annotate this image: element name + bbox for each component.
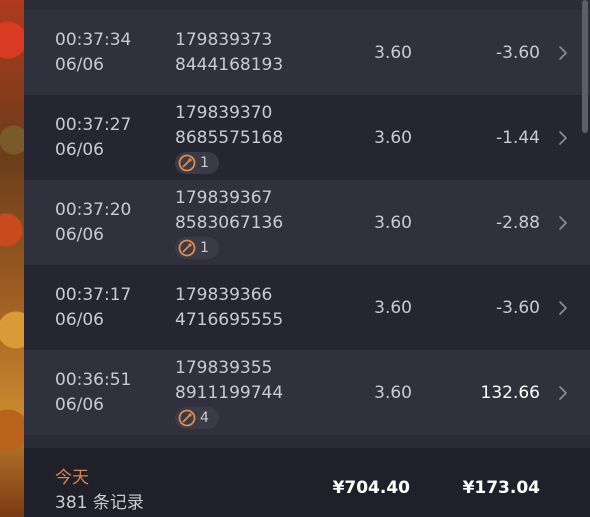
row-date: 06/06 (55, 309, 104, 330)
row-win-amount: -1.44 (496, 127, 540, 148)
record-count: 381 条记录 (55, 493, 144, 513)
history-row[interactable]: 00:37:27 06/06 179839370 8685575168 1 3.60 -1.… (24, 95, 590, 180)
row-win-amount: 132.66 (480, 382, 540, 403)
row-date: 06/06 (55, 224, 104, 245)
row-bet-amount: 3.60 (374, 297, 412, 318)
chevron-right-icon[interactable] (558, 350, 568, 435)
history-row[interactable]: 00:36:51 06/06 179839355 8911199744 4 3.60 132… (24, 350, 590, 435)
bonus-count: 1 (200, 154, 209, 171)
row-win-amount: -3.60 (496, 297, 540, 318)
row-win-amount: -2.88 (496, 212, 540, 233)
row-id-line1: 179839370 (175, 103, 273, 123)
scrollbar-thumb[interactable] (582, 0, 588, 133)
bonus-badge: 4 (175, 407, 219, 429)
row-id-line1: 179839355 (175, 358, 273, 378)
row-bet-amount: 3.60 (374, 212, 412, 233)
row-timestamp: 00:36:51 06/06 (55, 350, 131, 435)
row-time: 00:37:20 (55, 199, 132, 220)
row-time: 00:37:27 (55, 114, 132, 135)
row-bet-amount: 3.60 (374, 382, 412, 403)
bonus-badge: 1 (175, 237, 219, 259)
day-label: 今天 (55, 468, 89, 488)
chevron-right-icon[interactable] (558, 265, 568, 350)
row-date: 06/06 (55, 139, 104, 160)
chevron-right-icon[interactable] (558, 180, 568, 265)
bonus-icon (178, 409, 196, 427)
summary-footer: 今天 381 条记录 ¥704.40 ¥173.04 (24, 448, 590, 517)
row-id-line1: 179839366 (175, 284, 273, 305)
bonus-badge: 1 (175, 152, 219, 174)
row-transaction-id: 179839355 8911199744 4 (175, 350, 283, 435)
bet-history-panel: 00:37:34 06/06 179839373 8444168193 3.60 -3.6… (24, 0, 590, 517)
row-transaction-id: 179839366 4716695555 (175, 265, 283, 350)
row-transaction-id: 179839370 8685575168 1 (175, 95, 283, 180)
row-timestamp: 00:37:20 06/06 (55, 180, 131, 265)
row-bet-amount: 3.60 (374, 42, 412, 63)
row-id-line2: 8685575168 (175, 128, 284, 148)
history-row[interactable]: 00:37:20 06/06 179839367 8583067136 1 3.60 -2.… (24, 180, 590, 265)
row-id-line2: 8583067136 (175, 213, 284, 233)
background-image-strip (0, 0, 24, 517)
row-timestamp: 00:37:27 06/06 (55, 95, 131, 180)
row-win-amount: -3.60 (496, 42, 540, 63)
row-date: 06/06 (55, 54, 104, 75)
bonus-count: 4 (200, 409, 209, 426)
row-timestamp: 00:37:34 06/06 (55, 10, 131, 95)
bonus-icon (178, 239, 196, 257)
history-row[interactable]: 00:37:34 06/06 179839373 8444168193 3.60 -3.6… (24, 10, 590, 95)
row-time: 00:37:17 (55, 284, 132, 305)
row-id-line1: 179839373 (175, 29, 273, 50)
chevron-right-icon[interactable] (558, 10, 568, 95)
chevron-right-icon[interactable] (558, 95, 568, 180)
row-timestamp: 00:37:17 06/06 (55, 265, 131, 350)
row-bet-amount: 3.60 (374, 127, 412, 148)
bonus-count: 1 (200, 239, 209, 256)
row-id-line2: 4716695555 (175, 309, 284, 330)
total-bet: ¥704.40 (332, 478, 410, 498)
row-date: 06/06 (55, 394, 104, 415)
bonus-icon (178, 154, 196, 172)
row-time: 00:36:51 (55, 369, 132, 390)
scrollbar[interactable] (582, 0, 588, 448)
row-transaction-id: 179839373 8444168193 (175, 10, 283, 95)
row-id-line2: 8911199744 (175, 383, 284, 403)
row-time: 00:37:34 (55, 29, 132, 50)
history-row[interactable]: 00:37:17 06/06 179839366 4716695555 3.60 -3.6… (24, 265, 590, 350)
row-id-line2: 8444168193 (175, 54, 284, 75)
total-win: ¥173.04 (462, 478, 540, 498)
history-screen: 00:37:34 06/06 179839373 8444168193 3.60 -3.6… (0, 0, 590, 517)
row-transaction-id: 179839367 8583067136 1 (175, 180, 283, 265)
row-id-line1: 179839367 (175, 188, 273, 208)
